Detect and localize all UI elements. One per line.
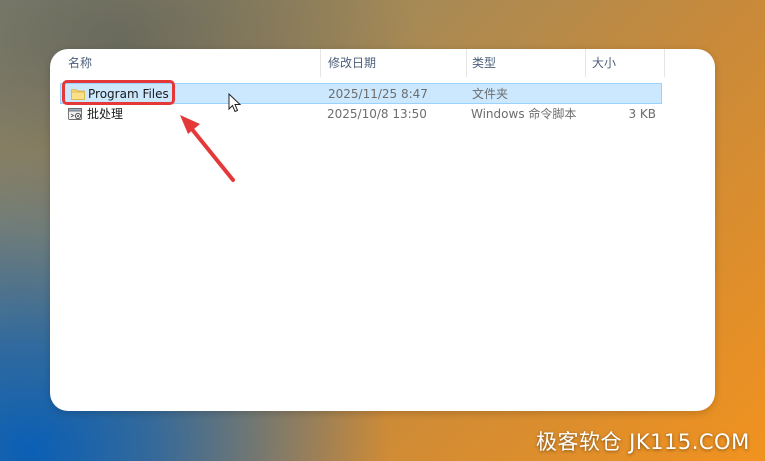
file-size: 3 KB bbox=[628, 107, 656, 121]
file-explorer-window: ⌃ 名称 修改日期 类型 大小 Program Files 2025/11/25… bbox=[50, 49, 715, 411]
batch-file-icon bbox=[68, 108, 82, 120]
file-modified-date: 2025/11/25 8:47 bbox=[328, 87, 428, 101]
file-modified-date: 2025/10/8 13:50 bbox=[327, 107, 427, 121]
file-name: 批处理 bbox=[87, 107, 124, 121]
column-header-row: ⌃ 名称 修改日期 类型 大小 bbox=[50, 49, 715, 77]
file-type: 文件夹 bbox=[472, 87, 509, 101]
column-divider[interactable] bbox=[320, 49, 321, 77]
file-type: Windows 命令脚本 bbox=[471, 107, 577, 121]
file-row-batch[interactable]: 批处理 2025/10/8 13:50 Windows 命令脚本 3 KB bbox=[60, 104, 662, 125]
file-size bbox=[591, 84, 657, 105]
column-header-date[interactable]: 修改日期 bbox=[322, 49, 466, 77]
watermark: 极客软仓 JK115.COM bbox=[536, 430, 750, 454]
column-header-name[interactable]: 名称 bbox=[62, 49, 320, 77]
mouse-pointer-icon bbox=[228, 93, 242, 113]
annotation-highlight-box bbox=[62, 80, 175, 105]
column-header-type[interactable]: 类型 bbox=[466, 49, 584, 77]
column-header-size[interactable]: 大小 bbox=[586, 49, 664, 77]
column-divider[interactable] bbox=[664, 49, 665, 77]
